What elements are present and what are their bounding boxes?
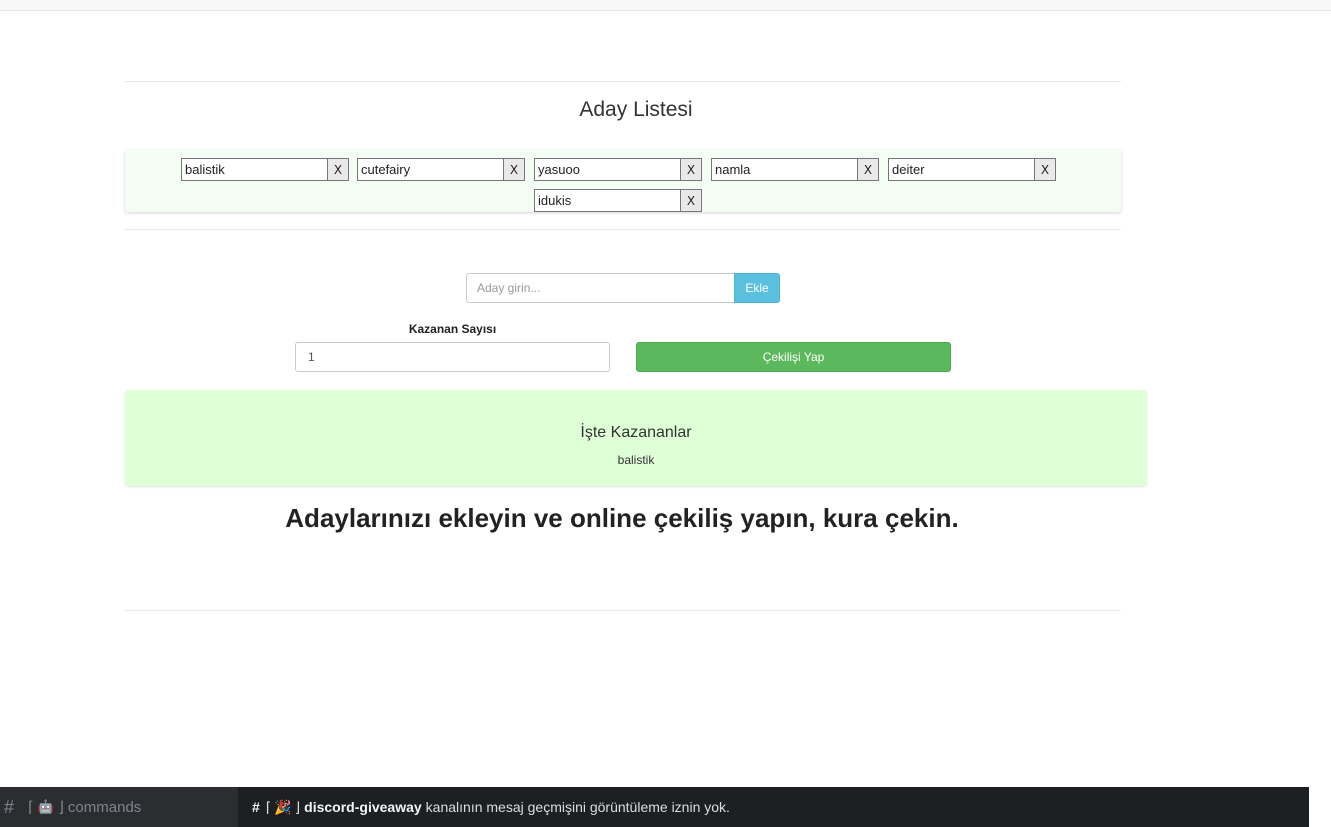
winners-title: İşte Kazananlar xyxy=(580,424,692,441)
remove-candidate-button[interactable]: X xyxy=(681,189,702,212)
candidate-item: deiter X xyxy=(888,158,1056,181)
candidate-name-field[interactable]: cutefairy xyxy=(357,158,504,181)
remove-candidate-button[interactable]: X xyxy=(858,158,879,181)
candidate-name-field[interactable]: idukis xyxy=(534,189,681,212)
no-permission-notice: # ⌈ 🎉 ⌋ discord-giveaway kanalının mesaj… xyxy=(238,787,1309,827)
divider-middle xyxy=(124,229,1121,230)
divider-bottom xyxy=(124,610,1121,611)
bracket-close: ⌋ xyxy=(58,799,64,816)
candidate-list: balistik X cutefairy X yasuoo X namla X … xyxy=(125,150,1121,212)
browser-top-strip xyxy=(0,0,1331,11)
candidate-name-field[interactable]: deiter xyxy=(888,158,1035,181)
party-popper-icon: 🎉 xyxy=(274,798,292,815)
winner-count-input[interactable]: 1 xyxy=(295,342,610,372)
add-button[interactable]: Ekle xyxy=(734,273,780,303)
bracket-close: ⌋ xyxy=(294,798,301,815)
candidate-item: namla X xyxy=(711,158,879,181)
candidate-name-field[interactable]: yasuoo xyxy=(534,158,681,181)
winners-panel: İşte Kazananlar balistik xyxy=(125,390,1147,486)
channel-item-commands[interactable]: # ⌈ 🤖 ⌋ commands xyxy=(0,787,238,827)
channel-name: commands xyxy=(67,798,142,816)
discord-bar: # ⌈ 🤖 ⌋ commands # ⌈ 🎉 ⌋ discord-giveawa… xyxy=(0,787,1331,827)
remove-candidate-button[interactable]: X xyxy=(504,158,525,181)
headline: Adaylarınızı ekleyin ve online çekiliş y… xyxy=(285,503,959,533)
candidate-item: cutefairy X xyxy=(357,158,525,181)
candidate-input[interactable]: Aday girin... xyxy=(466,273,735,303)
candidate-name-field[interactable]: namla xyxy=(711,158,858,181)
permission-message: kanalının mesaj geçmişini görüntüleme iz… xyxy=(425,799,730,815)
candidate-item: idukis X xyxy=(534,189,702,212)
bracket-open: ⌈ xyxy=(28,799,34,816)
remove-candidate-button[interactable]: X xyxy=(681,158,702,181)
winners-names: balistik xyxy=(617,453,655,467)
divider-top xyxy=(124,81,1121,82)
remove-candidate-button[interactable]: X xyxy=(328,158,349,181)
candidate-item: balistik X xyxy=(181,158,349,181)
bracket-open: ⌈ xyxy=(265,798,272,815)
draw-button[interactable]: Çekilişi Yap xyxy=(636,342,951,372)
winner-count-label: Kazanan Sayısı xyxy=(408,322,497,336)
channel-name: discord-giveaway xyxy=(304,799,422,815)
page-title: Aday Listesi xyxy=(579,98,693,121)
channel-hash-icon: # xyxy=(4,796,15,817)
remove-candidate-button[interactable]: X xyxy=(1035,158,1056,181)
candidate-item: yasuoo X xyxy=(534,158,702,181)
robot-icon: 🤖 xyxy=(37,799,55,814)
candidate-name-field[interactable]: balistik xyxy=(181,158,328,181)
channel-hash-icon: # xyxy=(252,799,260,815)
